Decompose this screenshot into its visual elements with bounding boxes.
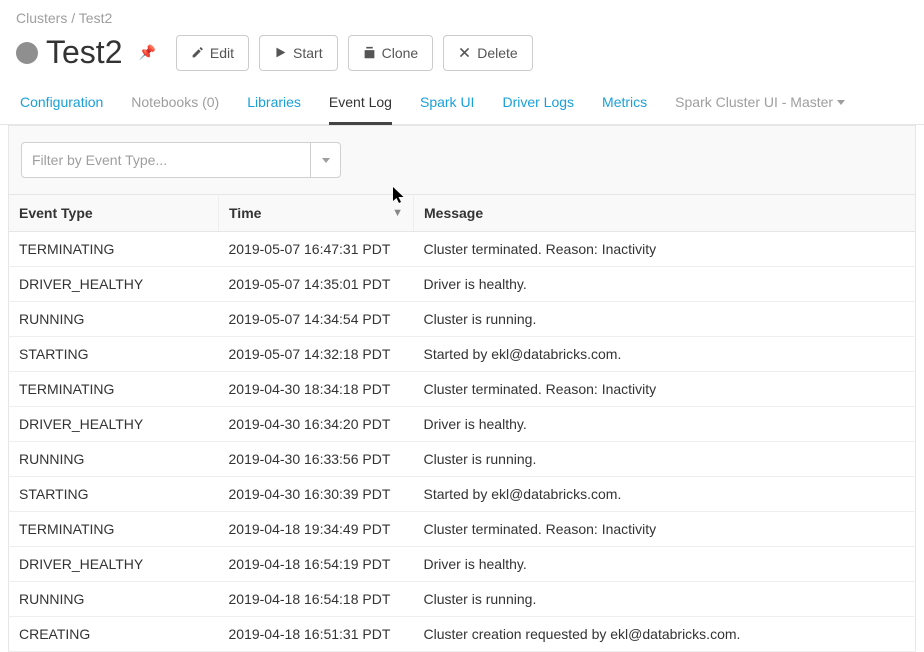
- cell-message: Cluster terminated. Reason: Inactivity: [414, 512, 916, 547]
- cell-time: 2019-05-07 14:32:18 PDT: [219, 337, 414, 372]
- play-icon: [274, 46, 287, 59]
- table-row[interactable]: STARTING2019-04-30 16:30:39 PDTStarted b…: [9, 477, 916, 512]
- table-row[interactable]: CREATING2019-04-18 16:51:31 PDTCluster c…: [9, 617, 916, 652]
- breadcrumb-clusters[interactable]: Clusters: [16, 10, 67, 26]
- clone-button[interactable]: Clone: [348, 35, 434, 71]
- breadcrumb: Clusters / Test2: [0, 0, 924, 26]
- cell-time: 2019-04-18 16:51:31 PDT: [219, 617, 414, 652]
- chevron-down-icon: [837, 100, 845, 105]
- tab-event-log[interactable]: Event Log: [329, 88, 392, 125]
- filter-placeholder: Filter by Event Type...: [22, 152, 310, 168]
- col-message[interactable]: Message: [414, 195, 916, 232]
- table-row[interactable]: RUNNING2019-04-30 16:33:56 PDTCluster is…: [9, 442, 916, 477]
- start-button-label: Start: [293, 46, 323, 60]
- table-row[interactable]: DRIVER_HEALTHY2019-04-30 16:34:20 PDTDri…: [9, 407, 916, 442]
- cell-time: 2019-04-30 16:34:20 PDT: [219, 407, 414, 442]
- cell-message: Cluster terminated. Reason: Inactivity: [414, 232, 916, 267]
- table-row[interactable]: DRIVER_HEALTHY2019-04-18 16:54:19 PDTDri…: [9, 547, 916, 582]
- status-dot-icon: [16, 42, 38, 64]
- filter-bar: Filter by Event Type...: [8, 125, 916, 194]
- cell-time: 2019-05-07 16:47:31 PDT: [219, 232, 414, 267]
- cell-message: Driver is healthy.: [414, 267, 916, 302]
- table-row[interactable]: RUNNING2019-04-18 16:54:18 PDTCluster is…: [9, 582, 916, 617]
- cell-event-type: CREATING: [9, 617, 219, 652]
- cell-event-type: TERMINATING: [9, 512, 219, 547]
- tab-libraries[interactable]: Libraries: [247, 88, 301, 125]
- filter-event-type-select[interactable]: Filter by Event Type...: [21, 142, 341, 178]
- start-button[interactable]: Start: [259, 35, 338, 71]
- pencil-icon: [191, 46, 204, 59]
- table-row[interactable]: DRIVER_HEALTHY2019-05-07 14:35:01 PDTDri…: [9, 267, 916, 302]
- col-time-label: Time: [229, 205, 261, 221]
- cell-event-type: TERMINATING: [9, 372, 219, 407]
- cell-event-type: DRIVER_HEALTHY: [9, 267, 219, 302]
- clone-icon: [363, 46, 376, 59]
- cell-event-type: DRIVER_HEALTHY: [9, 547, 219, 582]
- chevron-down-icon: [310, 143, 340, 177]
- cell-message: Cluster is running.: [414, 442, 916, 477]
- cell-event-type: RUNNING: [9, 302, 219, 337]
- tabs: Configuration Notebooks (0) Libraries Ev…: [0, 81, 924, 125]
- content: Filter by Event Type... Event Type Time …: [0, 125, 924, 652]
- events-table: Event Type Time ▼ Message TERMINATING201…: [8, 194, 916, 652]
- tab-driver-logs[interactable]: Driver Logs: [502, 88, 574, 125]
- pin-icon[interactable]: 📌: [138, 44, 155, 61]
- breadcrumb-sep: /: [71, 10, 79, 26]
- cell-time: 2019-05-07 14:35:01 PDT: [219, 267, 414, 302]
- col-time[interactable]: Time ▼: [219, 195, 414, 232]
- table-row[interactable]: RUNNING2019-05-07 14:34:54 PDTCluster is…: [9, 302, 916, 337]
- table-row[interactable]: STARTING2019-05-07 14:32:18 PDTStarted b…: [9, 337, 916, 372]
- tab-spark-cluster-ui-label: Spark Cluster UI - Master: [675, 94, 833, 110]
- table-row[interactable]: TERMINATING2019-05-07 16:47:31 PDTCluste…: [9, 232, 916, 267]
- clone-button-label: Clone: [382, 46, 419, 60]
- cell-event-type: STARTING: [9, 477, 219, 512]
- tab-spark-ui[interactable]: Spark UI: [420, 88, 474, 125]
- tab-configuration[interactable]: Configuration: [20, 88, 103, 125]
- breadcrumb-current: Test2: [79, 10, 112, 26]
- cell-time: 2019-04-18 19:34:49 PDT: [219, 512, 414, 547]
- cell-message: Cluster is running.: [414, 582, 916, 617]
- table-row[interactable]: TERMINATING2019-04-18 19:34:49 PDTCluste…: [9, 512, 916, 547]
- cell-event-type: DRIVER_HEALTHY: [9, 407, 219, 442]
- cell-event-type: RUNNING: [9, 582, 219, 617]
- cell-message: Driver is healthy.: [414, 547, 916, 582]
- cell-event-type: RUNNING: [9, 442, 219, 477]
- table-header-row: Event Type Time ▼ Message: [9, 195, 916, 232]
- tab-spark-cluster-ui[interactable]: Spark Cluster UI - Master: [675, 88, 845, 125]
- cell-time: 2019-05-07 14:34:54 PDT: [219, 302, 414, 337]
- sort-desc-icon: ▼: [392, 207, 403, 219]
- cell-message: Cluster is running.: [414, 302, 916, 337]
- delete-button-label: Delete: [477, 46, 517, 60]
- cell-event-type: TERMINATING: [9, 232, 219, 267]
- cell-message: Started by ekl@databricks.com.: [414, 477, 916, 512]
- tab-notebooks[interactable]: Notebooks (0): [131, 88, 219, 125]
- col-event-type[interactable]: Event Type: [9, 195, 219, 232]
- tab-metrics[interactable]: Metrics: [602, 88, 647, 125]
- cell-message: Cluster creation requested by ekl@databr…: [414, 617, 916, 652]
- cell-message: Started by ekl@databricks.com.: [414, 337, 916, 372]
- cell-event-type: STARTING: [9, 337, 219, 372]
- edit-button-label: Edit: [210, 46, 234, 60]
- delete-button[interactable]: Delete: [443, 35, 532, 71]
- cell-time: 2019-04-30 16:33:56 PDT: [219, 442, 414, 477]
- close-icon: [458, 46, 471, 59]
- cell-time: 2019-04-18 16:54:18 PDT: [219, 582, 414, 617]
- cell-message: Driver is healthy.: [414, 407, 916, 442]
- cell-time: 2019-04-30 18:34:18 PDT: [219, 372, 414, 407]
- cell-time: 2019-04-30 16:30:39 PDT: [219, 477, 414, 512]
- header: Test2 📌 Edit Start Clone Delete: [0, 26, 924, 81]
- edit-button[interactable]: Edit: [176, 35, 249, 71]
- page-title: Test2: [46, 34, 122, 71]
- table-row[interactable]: TERMINATING2019-04-30 18:34:18 PDTCluste…: [9, 372, 916, 407]
- cell-time: 2019-04-18 16:54:19 PDT: [219, 547, 414, 582]
- cell-message: Cluster terminated. Reason: Inactivity: [414, 372, 916, 407]
